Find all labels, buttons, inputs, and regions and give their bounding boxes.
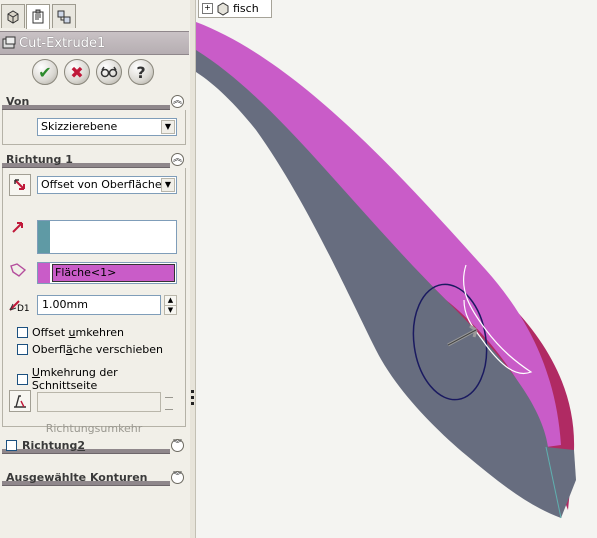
model-front-face — [196, 50, 561, 518]
richtung1-header[interactable]: Richtung 1 ︽ — [2, 152, 186, 168]
draft-icon — [14, 395, 26, 408]
chevron-down-icon: ▼ — [161, 120, 175, 134]
reverse-direction-button[interactable] — [9, 174, 31, 196]
reverse-direction-icon — [14, 179, 25, 190]
richtung1-group: Richtung 1 ︽ Offset von Oberfläche ▼ Flä… — [2, 152, 186, 435]
property-manager-panel: Cut-Extrude1 ✔ ✖ ? Von ︽ Skizzierebene ▼ — [0, 0, 191, 538]
richtung2-group: Richtung 2 ︾ — [2, 438, 186, 454]
collapse-up-icon[interactable]: ︽ — [171, 95, 184, 108]
action-buttons: ✔ ✖ ? — [32, 59, 154, 85]
draft-angle-input[interactable] — [37, 392, 161, 412]
graphics-viewport[interactable]: + fisch — [196, 0, 597, 538]
close-icon: ✖ — [70, 62, 84, 82]
expand-down-icon[interactable]: ︾ — [171, 471, 184, 484]
offset-distance-input[interactable]: 1.00mm — [37, 295, 161, 315]
von-start-value: Skizzierebene — [41, 120, 118, 133]
von-header[interactable]: Von ︽ — [2, 94, 186, 110]
richtung2-header[interactable]: Richtung 2 ︾ — [2, 438, 186, 454]
von-title: Von — [6, 95, 30, 108]
feature-title: Cut-Extrude1 — [19, 35, 106, 51]
contours-title: Ausgewählte Konturen — [6, 471, 148, 484]
offset-reverse-checkbox[interactable]: Offset umkehren — [17, 326, 124, 339]
splitter-grip-icon[interactable] — [191, 390, 194, 412]
spinner-down-icon[interactable]: ▼ — [165, 306, 176, 315]
offset-spinner[interactable]: ▲ ▼ — [164, 295, 177, 315]
configuration-icon — [57, 10, 71, 23]
model-graphics — [196, 22, 576, 519]
von-body: Skizzierebene ▼ — [2, 110, 186, 145]
richtung1-title: Richtung 1 — [6, 153, 73, 166]
richtung2-title: Richtung 2 — [2, 439, 85, 454]
face-list-item[interactable]: Fläche<1> — [52, 264, 175, 282]
property-manager-tab[interactable] — [26, 4, 50, 29]
offset-dim-label: D1 — [17, 304, 30, 314]
glasses-icon — [100, 66, 118, 78]
preview-button[interactable] — [96, 59, 122, 85]
help-icon: ? — [136, 62, 146, 82]
flip-side-to-cut-checkbox[interactable]: Umkehrung der Schnittseite — [17, 366, 185, 392]
von-start-select[interactable]: Skizzierebene ▼ — [37, 118, 177, 136]
face-selection-field[interactable]: Fläche<1> — [37, 262, 177, 284]
expand-down-icon[interactable]: ︾ — [171, 439, 184, 452]
draft-button[interactable] — [9, 390, 31, 412]
configuration-manager-tab[interactable] — [52, 4, 76, 28]
manager-tabs — [0, 4, 190, 29]
offset-distance-value: 1.00mm — [42, 298, 88, 311]
check-icon: ✔ — [38, 62, 52, 82]
face-item-label: Fläche<1> — [55, 266, 117, 279]
feature-tree-icon — [7, 9, 19, 24]
direction-vector-icon — [12, 222, 23, 233]
end-condition-select[interactable]: Offset von Oberfläche ▼ — [37, 176, 177, 194]
direction-vector-field[interactable] — [37, 220, 177, 254]
chevron-down-icon: ▼ — [161, 178, 175, 192]
collapse-up-icon[interactable]: ︽ — [171, 153, 184, 166]
help-button[interactable]: ? — [128, 59, 154, 85]
richtung2-checkbox[interactable] — [6, 440, 17, 451]
end-condition-value: Offset von Oberfläche — [41, 178, 162, 191]
feature-manager-tab[interactable] — [1, 4, 25, 28]
cancel-button[interactable]: ✖ — [64, 59, 90, 85]
translate-surface-checkbox[interactable]: Oberfläche verschieben — [17, 343, 163, 356]
selection-color-swatch — [38, 221, 50, 253]
contours-header[interactable]: Ausgewählte Konturen ︾ — [2, 470, 186, 486]
feature-title-bar: Cut-Extrude1 — [0, 31, 189, 55]
von-group: Von ︽ Skizzierebene ▼ — [2, 94, 186, 145]
ok-button[interactable]: ✔ — [32, 59, 58, 85]
spinner-up-icon[interactable]: ▲ — [165, 296, 176, 306]
contours-group: Ausgewählte Konturen ︾ — [2, 470, 186, 486]
offset-distance-icon: D1 — [7, 296, 33, 316]
cut-extrude-icon — [2, 36, 16, 49]
face-selection-icon — [10, 263, 26, 277]
richtung1-body: Offset von Oberfläche ▼ Fläche<1> D1 1.0… — [2, 168, 186, 435]
flip-direction-label: Richtungsumkehr — [45, 422, 143, 435]
property-manager-icon — [32, 9, 44, 24]
